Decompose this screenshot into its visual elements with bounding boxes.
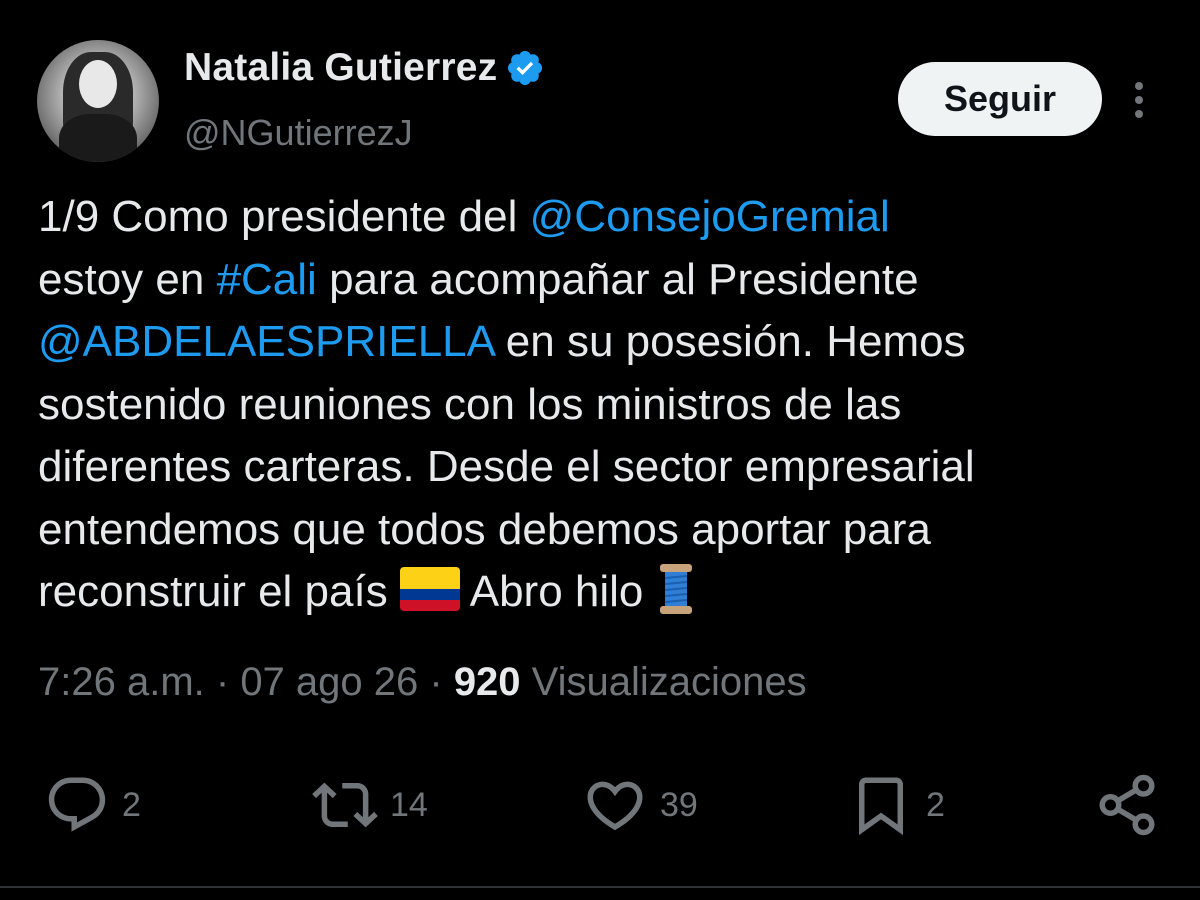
tweet-meta: 7:26 a.m. · 07 ago 26 · 920 Visualizacio… bbox=[38, 660, 807, 705]
tweet-date[interactable]: 07 ago 26 bbox=[240, 660, 418, 704]
share-button[interactable] bbox=[1094, 770, 1160, 840]
meta-separator: · bbox=[418, 660, 454, 704]
like-button[interactable]: 39 bbox=[582, 770, 698, 840]
follow-button[interactable]: Seguir bbox=[898, 62, 1102, 136]
tweet-text-segment: sostenido reuniones con los ministros de… bbox=[38, 379, 902, 429]
views-count: 920 bbox=[453, 660, 521, 704]
heart-icon bbox=[587, 781, 643, 831]
tweet-text-line: sostenido reuniones con los ministros de… bbox=[38, 374, 1168, 437]
bookmark-button[interactable]: 2 bbox=[848, 770, 945, 840]
views-label: Visualizaciones bbox=[520, 660, 807, 704]
spool-of-thread-icon bbox=[656, 562, 696, 616]
avatar-face bbox=[79, 60, 117, 108]
tweet-text-segment: 1/9 Como presidente del bbox=[38, 192, 530, 241]
tweet-text: 1/9 Como presidente del @ConsejoGremial e… bbox=[38, 186, 1168, 624]
like-count: 39 bbox=[660, 785, 698, 824]
reply-icon bbox=[48, 777, 106, 832]
reply-button[interactable]: 2 bbox=[44, 770, 141, 840]
share-icon bbox=[1099, 774, 1155, 836]
bottom-divider bbox=[0, 886, 1200, 888]
name-row: Natalia Gutierrez bbox=[184, 46, 545, 90]
display-name[interactable]: Natalia Gutierrez bbox=[184, 46, 497, 90]
avatar[interactable] bbox=[37, 40, 159, 162]
tweet-text-line: estoy en #Cali para acompañar al Preside… bbox=[38, 249, 1168, 312]
user-handle[interactable]: @NGutierrezJ bbox=[184, 112, 413, 154]
tweet-text-line: @ABDELAESPRIELLA en su posesión. Hemos bbox=[38, 311, 1168, 374]
tweet-text-line: diferentes carteras. Desde el sector emp… bbox=[38, 436, 1168, 499]
mention-link[interactable]: @ABDELAESPRIELLA bbox=[38, 317, 494, 366]
bookmark-icon bbox=[859, 777, 903, 836]
bookmark-count: 2 bbox=[926, 785, 945, 824]
tweet-text-segment: entendemos que todos debemos aportar par… bbox=[38, 504, 931, 554]
action-bar: 2 14 39 2 bbox=[0, 770, 1200, 840]
reply-count: 2 bbox=[122, 785, 141, 824]
tweet-time[interactable]: 7:26 a.m. bbox=[38, 660, 205, 704]
tweet-text-segment: reconstruir el país bbox=[38, 567, 400, 616]
tweet-text-line: 1/9 Como presidente del @ConsejoGremial bbox=[38, 186, 1168, 249]
tweet-text-segment: para acompañar al Presidente bbox=[316, 254, 919, 304]
mention-link[interactable]: @ConsejoGremial bbox=[530, 192, 890, 241]
hashtag-link[interactable]: #Cali bbox=[217, 255, 317, 304]
repost-icon bbox=[312, 782, 378, 828]
tweet-text-segment: estoy en bbox=[38, 254, 217, 304]
tweet-text-line: entendemos que todos debemos aportar par… bbox=[38, 499, 1168, 562]
repost-count: 14 bbox=[390, 785, 428, 824]
tweet-text-segment: diferentes carteras. Desde el sector emp… bbox=[38, 442, 975, 491]
tweet-text-line: reconstruir el país Abro hilo bbox=[38, 561, 1168, 624]
more-options-icon[interactable] bbox=[1124, 78, 1154, 122]
repost-button[interactable]: 14 bbox=[312, 770, 428, 840]
tweet-text-segment: Abro hilo bbox=[459, 567, 656, 616]
verified-badge-icon bbox=[508, 50, 543, 86]
avatar-body bbox=[59, 114, 137, 162]
meta-separator: · bbox=[204, 660, 241, 704]
tweet-text-segment: en su posesión. Hemos bbox=[493, 317, 966, 366]
colombia-flag-icon bbox=[399, 567, 460, 611]
